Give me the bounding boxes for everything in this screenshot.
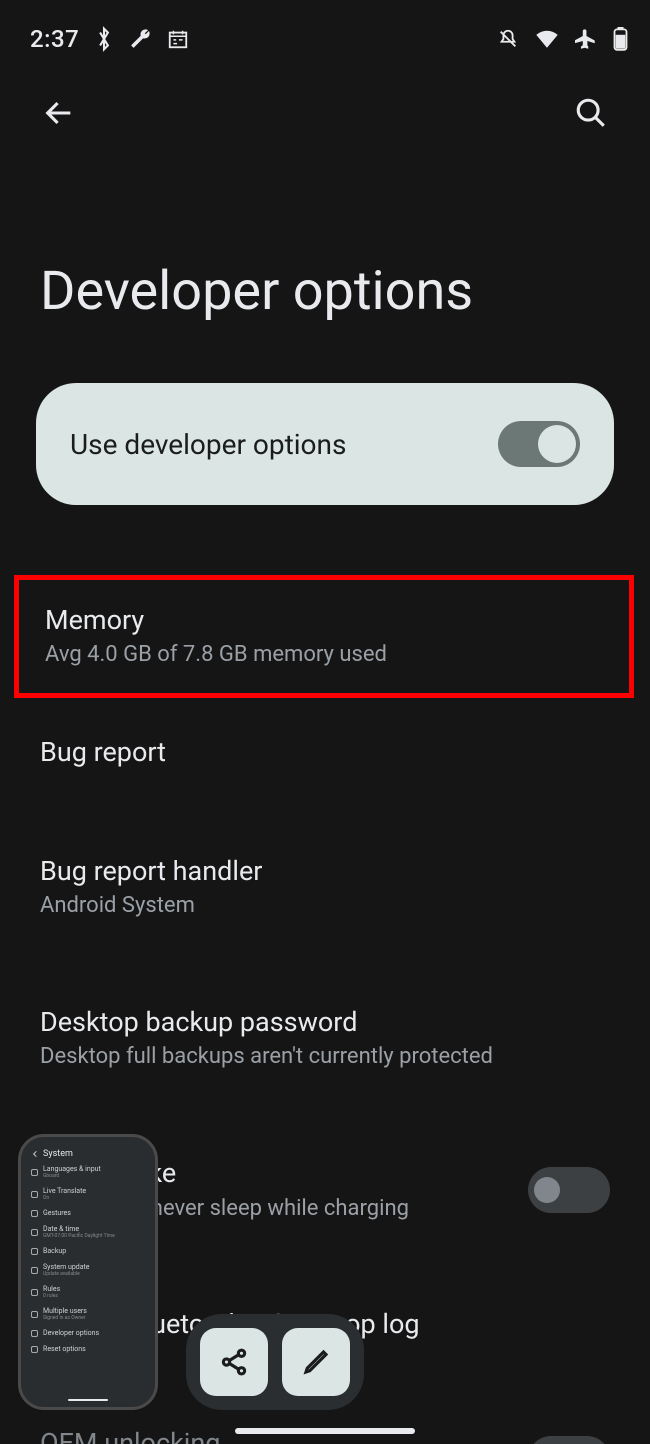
app-bar	[0, 60, 650, 140]
setting-title: Bug report handler	[40, 853, 610, 889]
wifi-icon	[535, 29, 559, 49]
search-button[interactable]	[568, 90, 614, 140]
search-icon	[574, 96, 608, 130]
setting-subtitle: Avg 4.0 GB of 7.8 GB memory used	[45, 640, 603, 671]
battery-icon	[613, 27, 628, 51]
airplane-icon	[575, 28, 597, 50]
setting-memory[interactable]: Memory Avg 4.0 GB of 7.8 GB memory used	[19, 580, 629, 693]
thumb-title: System	[43, 1149, 73, 1159]
status-time: 2:37	[30, 25, 79, 53]
setting-bug-report[interactable]: Bug report	[0, 698, 650, 794]
back-button[interactable]	[36, 90, 82, 140]
edit-button[interactable]	[282, 1328, 350, 1396]
setting-title: Desktop backup password	[40, 1004, 610, 1040]
master-toggle-switch[interactable]	[498, 421, 580, 467]
edit-icon	[301, 1347, 331, 1377]
notifications-off-icon	[497, 28, 519, 50]
arrow-back-icon	[42, 96, 76, 130]
setting-desktop-backup-password[interactable]: Desktop backup password Desktop full bac…	[0, 980, 650, 1097]
setting-bug-report-handler[interactable]: Bug report handler Android System	[0, 829, 650, 946]
bluetooth-icon	[95, 26, 113, 52]
highlight-annotation: Memory Avg 4.0 GB of 7.8 GB memory used	[14, 575, 634, 698]
status-right	[497, 27, 628, 51]
screenshot-overlay: System Languages & inputGboard Live Tran…	[18, 1134, 364, 1410]
oem-unlocking-switch[interactable]	[528, 1436, 610, 1444]
status-left: 2:37	[30, 25, 189, 53]
screenshot-actions	[186, 1314, 364, 1410]
stay-awake-switch[interactable]	[528, 1167, 610, 1213]
master-toggle-label: Use developer options	[70, 428, 346, 461]
setting-title: Memory	[45, 602, 603, 638]
setting-title: Bug report	[40, 734, 610, 770]
wrench-icon	[129, 28, 151, 50]
status-bar: 2:37	[0, 0, 650, 60]
screenshot-thumbnail[interactable]: System Languages & inputGboard Live Tran…	[18, 1134, 158, 1410]
share-button[interactable]	[200, 1328, 268, 1396]
setting-subtitle: Desktop full backups aren't currently pr…	[40, 1042, 610, 1073]
switch-knob	[534, 1177, 560, 1203]
switch-knob	[538, 425, 576, 463]
share-icon	[219, 1347, 249, 1377]
page-title: Developer options	[0, 140, 650, 383]
gesture-nav-bar[interactable]	[235, 1428, 415, 1434]
setting-subtitle: Android System	[40, 891, 610, 922]
master-toggle-card[interactable]: Use developer options	[36, 383, 614, 505]
calendar-icon	[167, 28, 189, 50]
